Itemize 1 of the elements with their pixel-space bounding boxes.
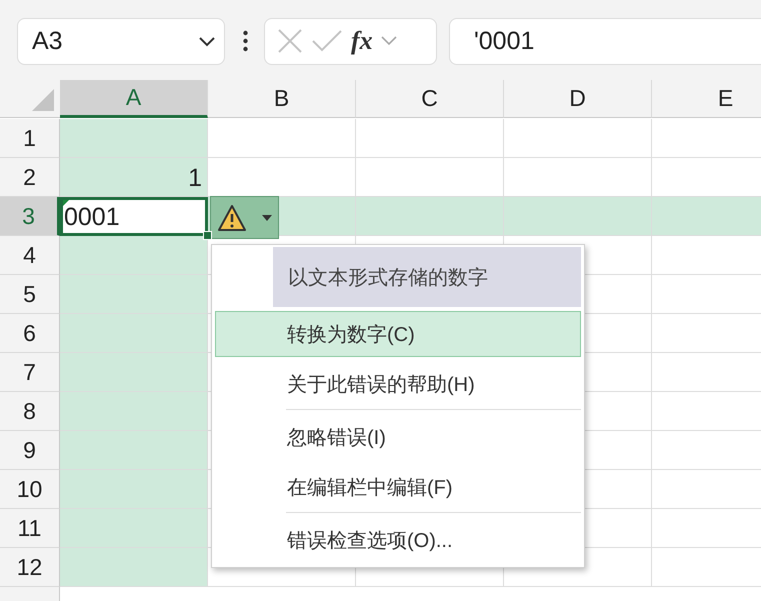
menu-title: 以文本形式存储的数字 <box>273 247 581 307</box>
